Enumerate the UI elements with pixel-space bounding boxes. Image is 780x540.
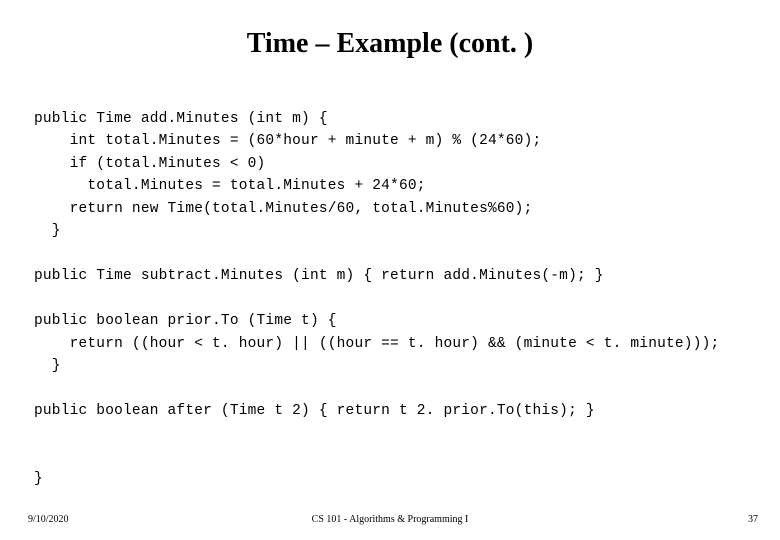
footer-date: 9/10/2020 [28,514,69,525]
footer-course: CS 101 - Algorithms & Programming I [312,514,469,525]
slide-title: Time – Example (cont. ) [34,28,746,60]
slide-footer: 9/10/2020 CS 101 - Algorithms & Programm… [0,514,780,530]
code-block: public Time add.Minutes (int m) { int to… [34,108,746,490]
footer-page-number: 37 [748,514,758,525]
slide: Time – Example (cont. ) public Time add.… [0,0,780,540]
